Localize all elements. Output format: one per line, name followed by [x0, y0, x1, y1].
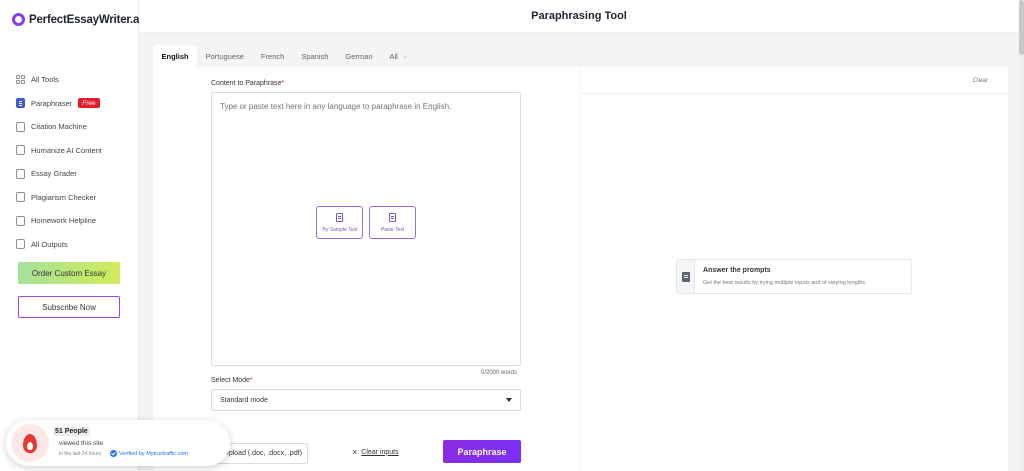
order-custom-essay-button[interactable]: Order Custom Essay [18, 262, 120, 284]
sidebar-item-label: Citation Machine [31, 122, 87, 132]
mode-select-value: Standard mode [220, 396, 268, 404]
sidebar-item-label: Homework Helpline [31, 216, 97, 226]
grid-icon [16, 74, 25, 85]
chevron-down-icon: ⌄ [402, 53, 408, 60]
chat-icon [16, 215, 25, 226]
mode-select[interactable]: Standard mode [211, 389, 521, 411]
paraphrase-button[interactable]: Paraphrase [443, 440, 521, 463]
visitor-count: 51 People [53, 427, 90, 436]
sidebar-item-label: All Tools [31, 75, 59, 85]
sidebar-item-label: Plagiarism Checker [31, 192, 97, 202]
content-label: Content to Paraphrase* [211, 80, 284, 87]
mode-label: Select Mode* [211, 377, 253, 384]
sample-text-icon [336, 212, 343, 222]
plagiarism-icon [16, 192, 25, 203]
outputs-icon [16, 239, 25, 250]
sample-button-label: Try Sample Text [321, 226, 358, 233]
verified-text: Verified by Mytrustraffic.com [119, 450, 188, 457]
content-label-text: Content to Paraphrase [211, 80, 282, 87]
required-mark: * [281, 80, 285, 87]
tab-german[interactable]: German [337, 45, 381, 67]
sidebar-item-paraphraser[interactable]: Paraphraser Free [16, 92, 102, 116]
word-count: 0/2000 words [481, 370, 518, 376]
free-badge: Free [78, 98, 100, 109]
caret-down-icon [506, 398, 512, 402]
check-icon [110, 450, 117, 457]
scroll-thumb[interactable] [1019, 0, 1024, 55]
grader-icon [16, 168, 25, 179]
tab-all[interactable]: All ⌄ [381, 45, 416, 67]
sidebar-item-citation-machine[interactable]: Citation Machine [16, 115, 102, 139]
tab-spanish[interactable]: Spanish [293, 45, 337, 67]
tab-french[interactable]: French [252, 45, 292, 67]
page-header: Paraphrasing Tool [139, 0, 1019, 33]
verified-badge[interactable]: Verified by Mytrustraffic.com [110, 450, 188, 457]
sidebar-item-all-tools[interactable]: All Tools [16, 68, 102, 92]
visitor-time: in the last 24 hours [59, 451, 102, 457]
sidebar-nav: All Tools Paraphraser Free Citation Mach… [16, 68, 102, 256]
logo-icon [12, 13, 25, 26]
tab-english[interactable]: English [153, 45, 198, 67]
document-icon [681, 271, 690, 282]
paste-button-label: Paste Text [380, 226, 405, 233]
output-toolbar: Clear [580, 67, 1008, 94]
flame-icon-wrap [11, 424, 49, 462]
prompt-title: Answer the prompts [703, 267, 771, 274]
sidebar-item-homework[interactable]: Homework Helpline [16, 209, 102, 233]
brand-name: PerfectEssayWriter.ai [29, 13, 143, 26]
sidebar-item-label: All Outputs [31, 239, 68, 249]
sidebar-item-plagiarism[interactable]: Plagiarism Checker [16, 186, 102, 210]
language-tabs: English Portuguese French Spanish German… [153, 45, 416, 67]
paste-text-button[interactable]: Paste Text [369, 206, 416, 239]
sidebar-item-label: Paraphraser [31, 98, 73, 108]
try-sample-text-button[interactable]: Try Sample Text [316, 206, 363, 239]
clear-inputs-label: Clear inputs [361, 448, 399, 456]
page-scrollbar[interactable] [1019, 0, 1024, 471]
sidebar-item-essay-grader[interactable]: Essay Grader [16, 162, 102, 186]
required-mark: * [249, 377, 253, 384]
output-panel: Clear Answer the prompts Get the best re… [580, 67, 1008, 471]
humanize-icon [16, 145, 25, 156]
flame-icon [23, 433, 37, 453]
paraphrase-input[interactable] [211, 92, 521, 366]
sidebar-item-all-outputs[interactable]: All Outputs [16, 233, 102, 257]
prompt-subtitle: Get the best results by trying multiple … [703, 280, 867, 286]
clear-inputs-button[interactable]: × Clear inputs [352, 447, 399, 457]
page-title: Paraphrasing Tool [531, 10, 627, 22]
input-panel: Content to Paraphrase* Try Sample Text P… [153, 67, 579, 471]
document-icon [16, 98, 25, 109]
mode-label-text: Select Mode [211, 377, 250, 384]
visitor-text: viewed this site [59, 440, 104, 447]
citation-icon [16, 121, 25, 132]
tab-portuguese[interactable]: Portuguese [197, 45, 252, 67]
prompt-icon-box [677, 260, 695, 293]
brand-logo[interactable]: PerfectEssayWriter.ai [12, 13, 142, 26]
tab-all-label: All [389, 51, 398, 61]
sidebar-item-humanize[interactable]: Humanize AI Content [16, 139, 102, 163]
paste-icon [389, 212, 396, 222]
sidebar: PerfectEssayWriter.ai All Tools Paraphra… [0, 0, 142, 471]
social-proof-popup[interactable]: 51 People viewed this site in the last 2… [6, 420, 230, 466]
close-icon: × [352, 447, 358, 457]
sidebar-item-label: Essay Grader [31, 169, 77, 179]
subscribe-button[interactable]: Subscribe Now [18, 296, 120, 318]
sidebar-item-label: Humanize AI Content [31, 145, 102, 155]
clear-output-button[interactable]: Clear [972, 77, 988, 84]
prompt-card: Answer the prompts Get the best results … [676, 259, 912, 294]
